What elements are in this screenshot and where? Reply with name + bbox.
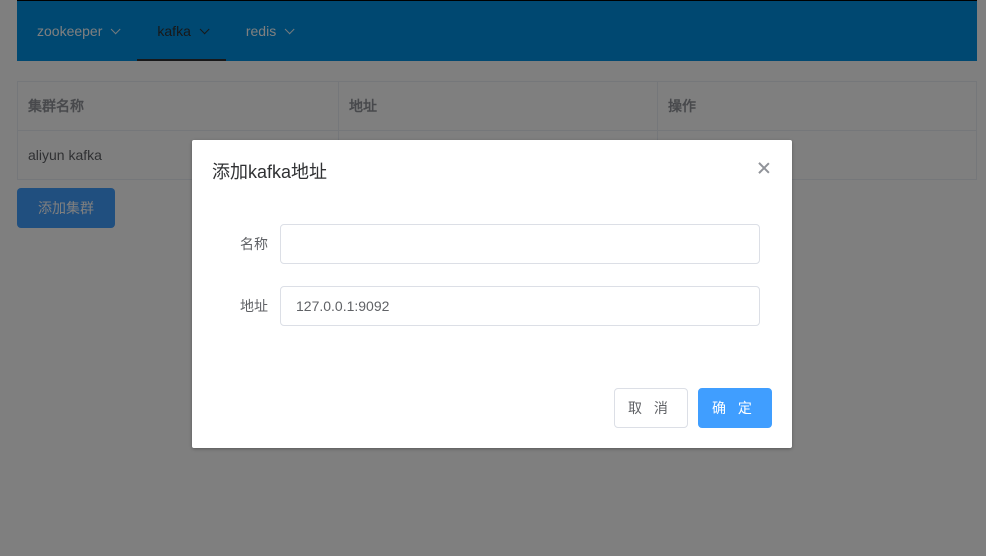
add-kafka-dialog: 添加kafka地址 名称 地址 取 消 确 定 [192, 140, 792, 448]
address-input[interactable] [280, 286, 760, 326]
address-label: 地址 [240, 298, 268, 314]
name-label: 名称 [240, 236, 268, 252]
page: zookeeper kafka redis 集群名称 地址 操作 aliyun … [0, 0, 986, 556]
name-input[interactable] [280, 224, 760, 264]
cancel-button[interactable]: 取 消 [614, 388, 688, 428]
confirm-button[interactable]: 确 定 [698, 388, 772, 428]
dialog-title: 添加kafka地址 [212, 162, 328, 182]
close-icon[interactable] [756, 160, 772, 176]
form-row-address: 地址 [212, 286, 772, 326]
form-row-name: 名称 [212, 224, 772, 264]
